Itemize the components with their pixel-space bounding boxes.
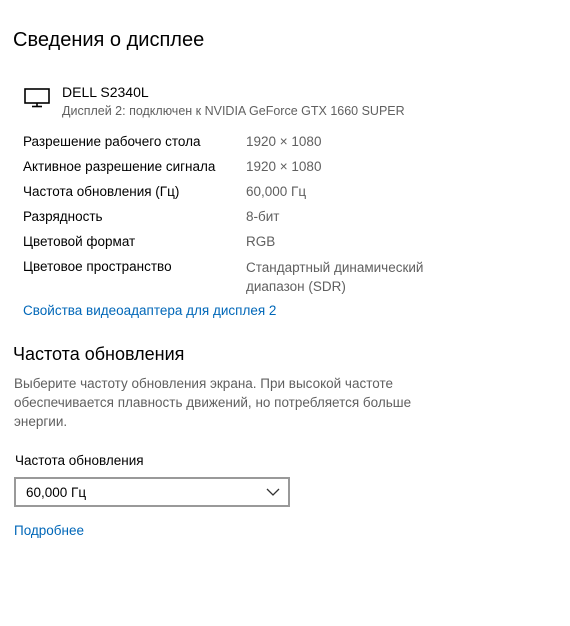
bit-depth-label: Разрядность [23,209,103,224]
display-adapter-properties-link[interactable]: Свойства видеоадаптера для дисплея 2 [23,302,276,320]
monitor-name: DELL S2340L [62,84,149,100]
monitor-connection: Дисплей 2: подключен к NVIDIA GeForce GT… [62,104,405,118]
learn-more-link[interactable]: Подробнее [14,522,84,540]
refresh-rate-hz-label: Частота обновления (Гц) [23,184,180,199]
display-info-title: Сведения о дисплее [13,29,205,51]
desktop-resolution-label: Разрешение рабочего стола [23,134,201,149]
active-signal-resolution-label: Активное разрешение сигнала [23,159,216,174]
monitor-icon [24,88,50,108]
refresh-rate-field-label: Частота обновления [15,453,144,468]
color-format-label: Цветовой формат [23,234,136,249]
refresh-rate-description-line1: Выберите частоту обновления экрана. При … [14,376,394,391]
refresh-rate-description-line3: энергии. [14,414,68,429]
bit-depth-value: 8-бит [246,209,280,224]
active-signal-resolution-value: 1920 × 1080 [246,159,322,174]
refresh-rate-hz-value: 60,000 Гц [246,184,307,199]
color-space-value-line2: диапазон (SDR) [246,279,346,294]
chevron-down-icon [266,488,280,496]
refresh-rate-selected-value: 60,000 Гц [26,485,87,500]
refresh-rate-dropdown[interactable]: 60,000 Гц [14,477,290,507]
desktop-resolution-value: 1920 × 1080 [246,134,322,149]
color-space-label: Цветовое пространство [23,259,172,274]
display-settings-page: Сведения о дисплее DELL S2340L Дисплей 2… [0,0,570,626]
color-format-value: RGB [246,234,276,249]
refresh-rate-description-line2: обеспечивается плавность движений, но по… [14,395,412,410]
color-space-value-line1: Стандартный динамический [246,260,424,275]
refresh-rate-section-title: Частота обновления [13,344,185,364]
